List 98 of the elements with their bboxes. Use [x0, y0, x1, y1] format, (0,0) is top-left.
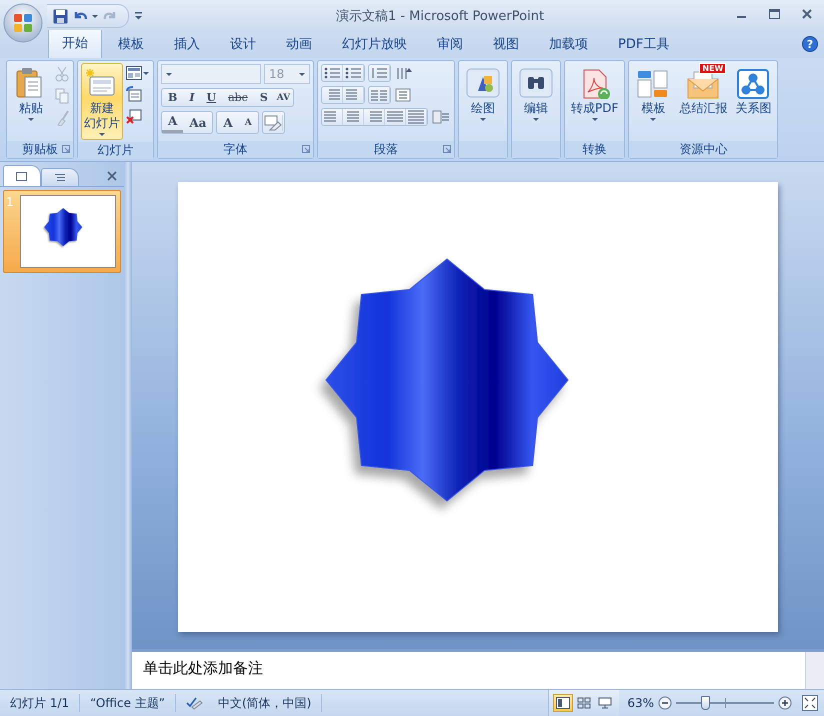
character-spacing-button[interactable]: AV [274, 89, 294, 106]
envelope-button[interactable]: NEW 总结汇报 [676, 63, 730, 139]
show-view-icon [598, 697, 612, 709]
zoom-out-icon[interactable] [658, 696, 672, 710]
sorter-view-icon [577, 697, 592, 709]
fit-to-window-icon[interactable] [802, 695, 818, 711]
smartart-button[interactable] [431, 108, 451, 126]
ribbon-tab[interactable]: 动画 [272, 29, 326, 58]
align-text-icon [395, 88, 413, 102]
bullets-icon [323, 66, 341, 80]
layout-icon [126, 66, 142, 80]
layout-button[interactable] [125, 65, 150, 81]
bullets-button[interactable] [322, 65, 343, 81]
pdf-button[interactable]: 转成PDF [568, 63, 622, 139]
paste-button[interactable]: 粘贴 [10, 63, 52, 139]
clear-formatting-button[interactable] [262, 111, 285, 134]
notes-scrollbar [805, 652, 824, 689]
help-button[interactable]: ? [802, 36, 818, 52]
drawing-button[interactable]: 绘图 [462, 63, 504, 139]
format-painter-icon [55, 110, 69, 126]
italic-button[interactable]: I [183, 89, 200, 106]
close-icon[interactable] [802, 9, 812, 19]
slide-icon [16, 172, 28, 180]
dialog-launcher-icon[interactable] [302, 145, 310, 153]
group-label: 字体 [158, 141, 313, 158]
ribbon-tab[interactable]: 模板 [104, 29, 158, 58]
star-thumbnail-drawing [44, 208, 82, 246]
ribbon-tab[interactable]: 开始 [48, 28, 102, 59]
customize-toolbar-icon[interactable] [135, 12, 143, 20]
caret-icon [166, 72, 172, 76]
line-spacing-icon [370, 66, 388, 80]
grow-font-button[interactable]: A [217, 112, 239, 133]
caret-icon [299, 72, 305, 76]
underline-button[interactable]: U [200, 89, 222, 106]
zoom-slider-thumb[interactable] [701, 696, 710, 710]
group-label: 剪贴板 [7, 141, 73, 158]
ribbon-tab[interactable]: PDF工具 [604, 29, 684, 58]
network-diagram-icon [735, 67, 772, 99]
new-badge: NEW [699, 63, 726, 74]
increase-indent-button[interactable] [343, 87, 364, 103]
normal-view-icon [556, 697, 570, 709]
copy-icon [55, 88, 69, 104]
ribbon-tab[interactable]: 审阅 [423, 29, 477, 58]
justify-icon [386, 110, 404, 124]
numbering-icon [344, 66, 362, 80]
maximize-icon[interactable] [769, 9, 780, 19]
strikethrough-button[interactable]: abc [222, 89, 254, 106]
ribbon-tab[interactable]: 视图 [479, 29, 533, 58]
slides-tab[interactable] [3, 165, 41, 186]
bold-button[interactable]: B [162, 89, 184, 106]
list-icon [54, 173, 66, 182]
distributed-button[interactable] [406, 109, 427, 125]
group-label: 段落 [318, 141, 454, 158]
reset-icon [126, 86, 142, 102]
binoculars-icon [518, 67, 554, 99]
shrink-font-button[interactable]: A [238, 112, 258, 133]
slide-counter: 幻灯片 1/1 [0, 694, 80, 712]
cut-icon [55, 66, 69, 82]
ribbon-tab[interactable]: 幻灯片放映 [328, 29, 421, 58]
ribbon-tab[interactable]: 设计 [216, 29, 270, 58]
binoculars-button[interactable]: 编辑 [515, 63, 557, 139]
shapes-icon [465, 67, 501, 99]
group-label: 转换 [565, 141, 624, 158]
center-icon [344, 110, 362, 124]
outline-tab[interactable] [41, 168, 79, 186]
zoom-in-icon[interactable] [778, 696, 792, 710]
smartart-icon [432, 110, 450, 124]
new-slide-button[interactable]: 新建 幻灯片 [81, 63, 123, 140]
theme-name: “Office 主题” [80, 694, 176, 712]
justify-button[interactable] [385, 109, 406, 125]
ribbon-tab[interactable]: 插入 [160, 29, 214, 58]
change-case-button[interactable]: Aa [183, 112, 212, 133]
columns-icon [370, 88, 388, 102]
text-direction-icon [395, 66, 413, 80]
save-icon[interactable] [53, 8, 68, 24]
dialog-launcher-icon[interactable] [443, 145, 451, 153]
delete-slide-icon [126, 108, 142, 124]
numbering-button[interactable] [343, 65, 364, 81]
window-title: 演示文稿1 - Microsoft PowerPoint [334, 8, 546, 25]
network-button[interactable]: 关系图 [732, 63, 774, 139]
group-label: 资源中心 [629, 141, 778, 158]
caret-icon [92, 14, 98, 18]
distributed-icon [407, 110, 425, 124]
group-label: 幻灯片 [78, 142, 153, 159]
align-left-button[interactable] [322, 109, 343, 125]
ribbon-tab[interactable]: 加载项 [535, 29, 602, 58]
normal-view-button[interactable] [553, 694, 574, 712]
language: 中文(简体，中国) [208, 694, 322, 712]
dialog-launcher-icon[interactable] [62, 145, 70, 153]
spelling-check-icon[interactable] [186, 696, 204, 710]
font-color-button[interactable]: A [162, 112, 184, 133]
clear-formatting-icon [264, 114, 283, 130]
layout-button[interactable]: 模板 [632, 63, 674, 139]
shadow-button[interactable]: S [254, 89, 274, 106]
zoom-level: 63% [627, 696, 654, 710]
font-name-field[interactable] [161, 64, 261, 84]
caret-icon [143, 72, 149, 74]
slide-number: 1 [6, 195, 15, 211]
